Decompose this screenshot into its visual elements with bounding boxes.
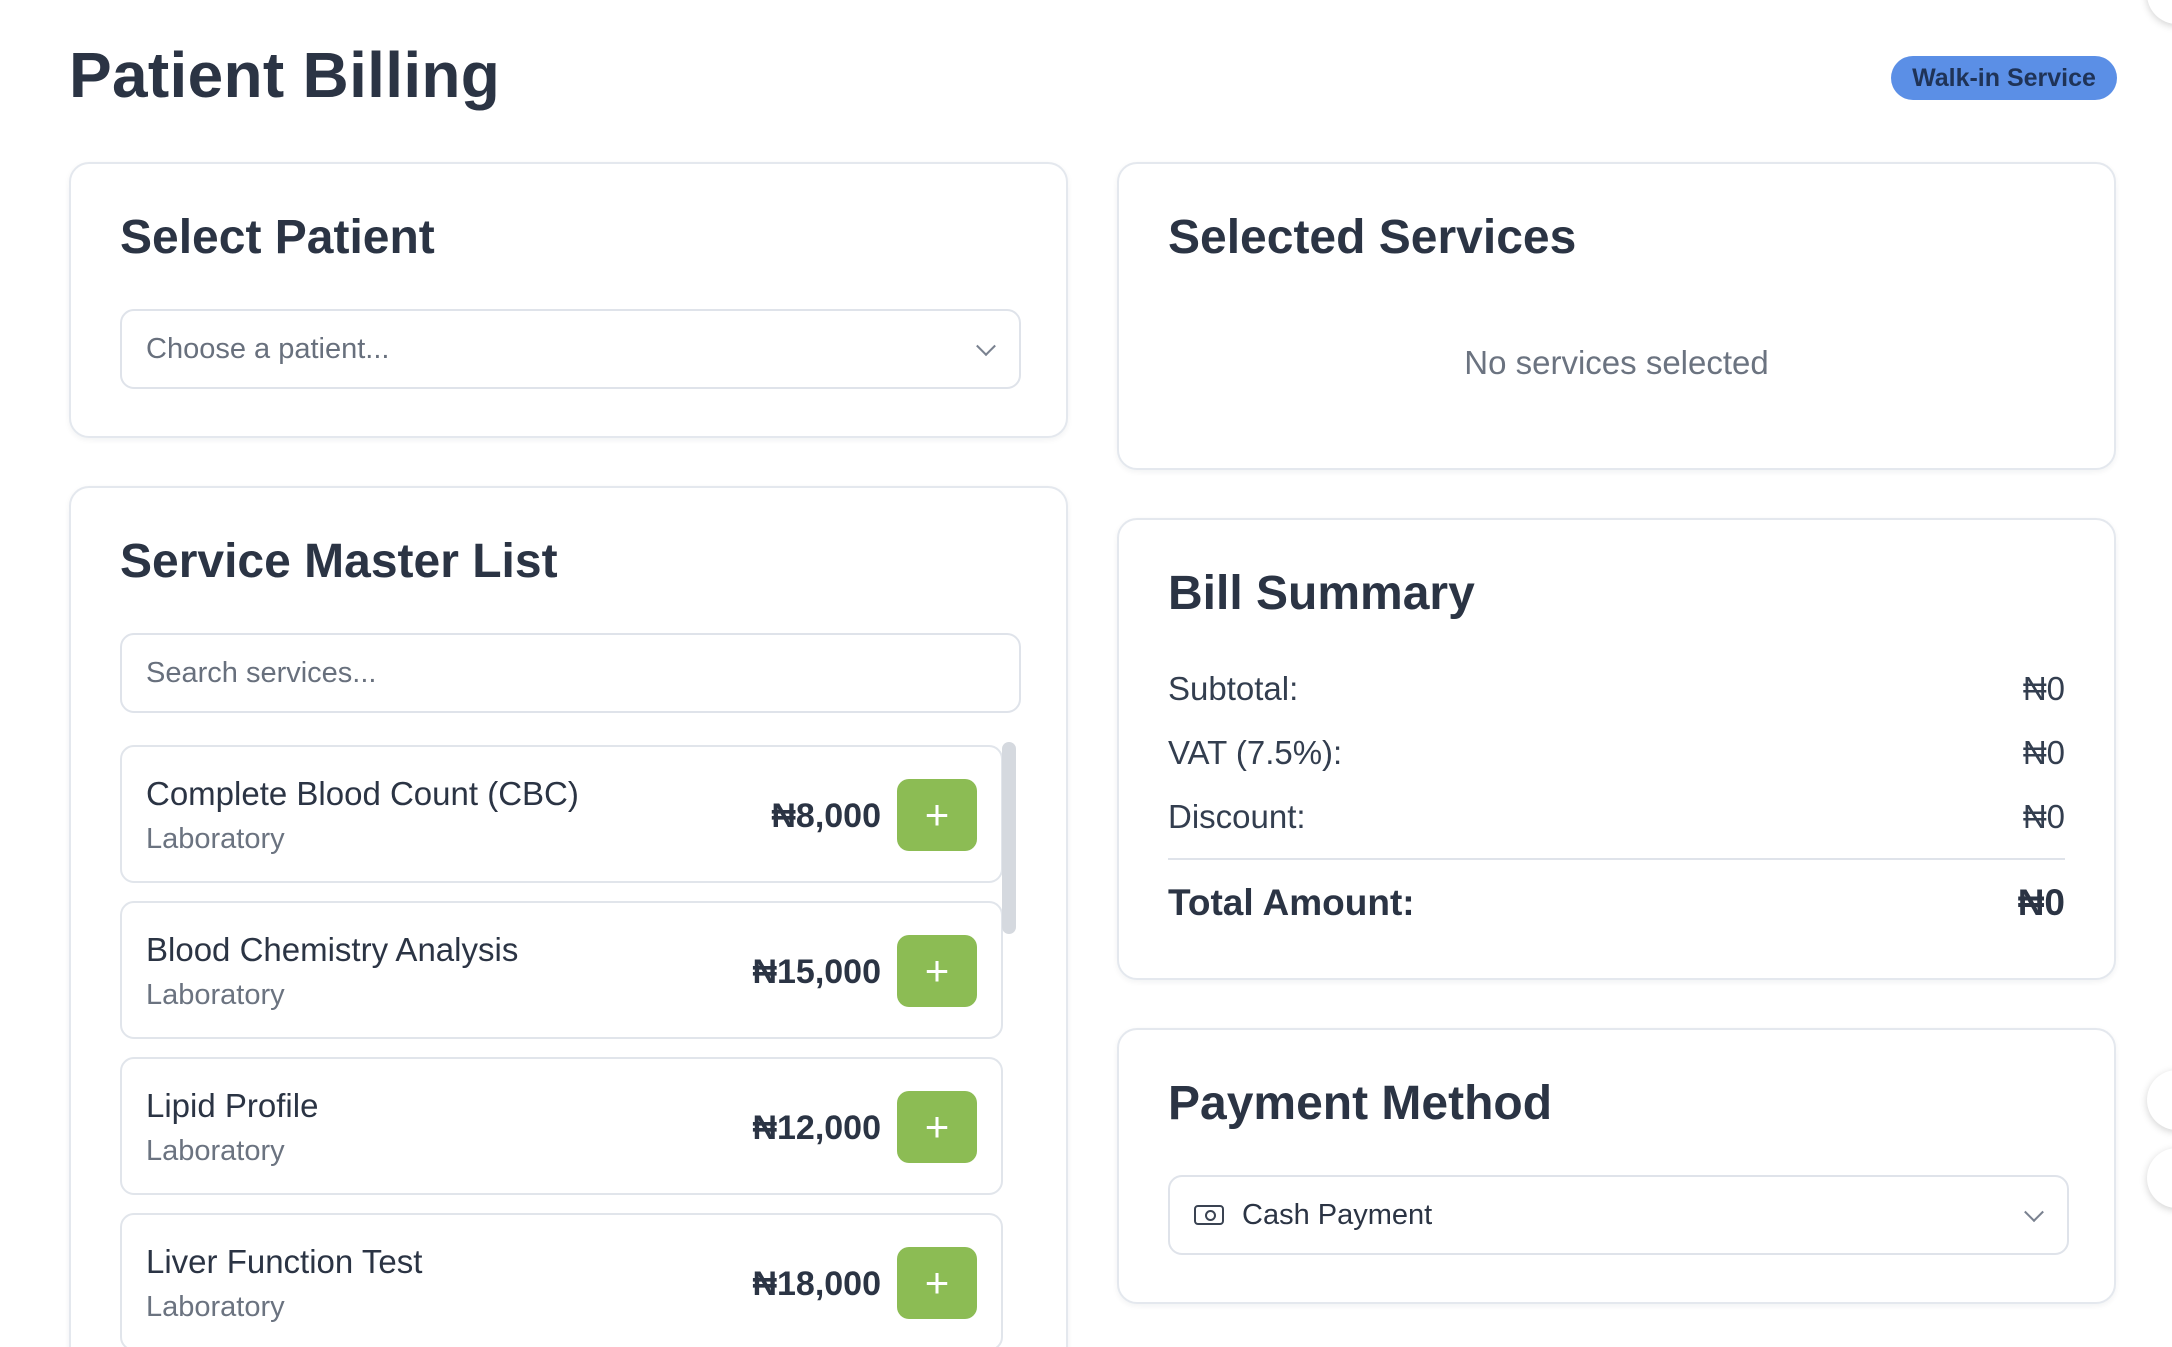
vat-value: ₦0 — [2022, 734, 2065, 771]
subtotal-label: Subtotal: — [1168, 670, 1299, 707]
patient-select[interactable]: Choose a patient... — [120, 309, 1021, 389]
page-title: Patient Billing — [69, 39, 501, 111]
discount-label: Discount: — [1168, 798, 1306, 835]
service-list-scrollbar[interactable] — [1002, 742, 1016, 1342]
service-category: Laboratory — [146, 1135, 285, 1167]
add-service-button[interactable]: + — [897, 779, 977, 851]
service-master-card: Service Master List Search services... C… — [69, 486, 1068, 1347]
add-service-button[interactable]: + — [897, 1247, 977, 1319]
service-item: Blood Chemistry Analysis Laboratory ₦15,… — [120, 901, 1003, 1039]
bill-summary-title: Bill Summary — [1168, 567, 1475, 620]
vat-label: VAT (7.5%): — [1168, 734, 1343, 771]
floating-action-button[interactable] — [2147, 0, 2172, 24]
service-name: Complete Blood Count (CBC) — [146, 775, 579, 812]
service-price: ₦12,000 — [752, 1109, 881, 1147]
service-item: Complete Blood Count (CBC) Laboratory ₦8… — [120, 745, 1003, 883]
payment-method-select[interactable]: Cash Payment — [1168, 1175, 2069, 1255]
patient-select-placeholder: Choose a patient... — [146, 332, 390, 365]
service-price: ₦8,000 — [771, 797, 881, 835]
selected-services-card: Selected Services No services selected — [1117, 162, 2116, 470]
summary-divider — [1168, 858, 2065, 860]
service-price: ₦18,000 — [752, 1265, 881, 1303]
chevron-down-icon — [2024, 1202, 2044, 1223]
service-name: Lipid Profile — [146, 1087, 319, 1124]
total-label: Total Amount: — [1168, 882, 1415, 923]
add-service-button[interactable]: + — [897, 1091, 977, 1163]
select-patient-card: Select Patient Choose a patient... — [69, 162, 1068, 438]
payment-method-card: Payment Method Cash Payment — [1117, 1028, 2116, 1304]
floating-action-button[interactable] — [2147, 1148, 2172, 1208]
chevron-down-icon — [976, 336, 996, 357]
total-value: ₦0 — [2017, 882, 2065, 923]
service-category: Laboratory — [146, 1291, 285, 1323]
select-patient-title: Select Patient — [120, 211, 435, 264]
service-category: Laboratory — [146, 823, 285, 855]
no-services-message: No services selected — [1464, 344, 1769, 381]
cash-icon — [1194, 1205, 1224, 1225]
add-service-button[interactable]: + — [897, 935, 977, 1007]
service-search-input[interactable]: Search services... — [120, 633, 1021, 713]
patient-billing-page: Patient Billing Walk-in Service Select P… — [0, 0, 2172, 1347]
floating-action-button[interactable] — [2147, 1070, 2172, 1130]
walk-in-service-badge: Walk-in Service — [1891, 56, 2117, 100]
scrollbar-thumb[interactable] — [1002, 742, 1016, 934]
subtotal-value: ₦0 — [2022, 670, 2065, 707]
discount-value: ₦0 — [2022, 798, 2065, 835]
service-category: Laboratory — [146, 979, 285, 1011]
service-name: Liver Function Test — [146, 1243, 423, 1280]
service-price: ₦15,000 — [752, 953, 881, 991]
service-name: Blood Chemistry Analysis — [146, 931, 519, 968]
service-master-title: Service Master List — [120, 535, 558, 588]
bill-summary-card: Bill Summary Subtotal: ₦0 VAT (7.5%): ₦0… — [1117, 518, 2116, 980]
payment-method-title: Payment Method — [1168, 1077, 1553, 1130]
selected-services-title: Selected Services — [1168, 211, 1577, 264]
service-item: Lipid Profile Laboratory ₦12,000 + — [120, 1057, 1003, 1195]
service-item: Liver Function Test Laboratory ₦18,000 + — [120, 1213, 1003, 1347]
service-search-placeholder: Search services... — [146, 656, 377, 689]
payment-method-value: Cash Payment — [1242, 1198, 1433, 1231]
